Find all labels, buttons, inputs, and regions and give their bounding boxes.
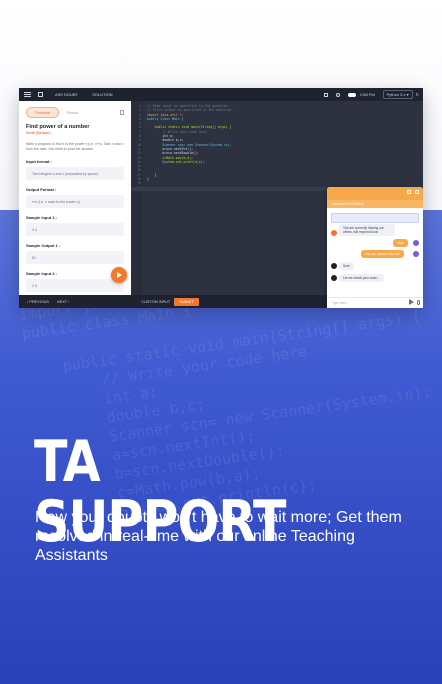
user-avatar [413,251,419,257]
chat-banner [331,213,419,223]
input-format-box: Two integers x and n (separated by space… [26,167,124,180]
home-icon[interactable] [38,92,43,97]
chat-message: TAs are currently helping our others, wi… [339,224,395,236]
mode-label: Chill Pal [359,92,375,97]
minimize-icon[interactable] [407,190,411,194]
chat-subtitle: Connect to Ta Rahul [327,200,423,208]
ta-avatar [331,275,337,281]
solution-button[interactable]: SOLUTION [92,92,112,97]
input-format-label: Input format : [26,159,52,164]
chat-message: okay [393,239,408,247]
tab-problem[interactable]: Problem [26,107,59,118]
code-line: } [147,177,149,182]
problem-panel: Problem Result Find power of a number Sm… [19,101,131,295]
menu-icon[interactable] [24,92,31,97]
next-button[interactable]: NEXT › [57,300,69,304]
code-content: // Read input as specified in the questi… [147,104,417,181]
ta-avatar [331,230,337,236]
theme-toggle[interactable] [347,92,356,97]
chat-message: Sure [339,262,354,270]
play-button[interactable] [111,267,127,283]
bookmark-icon[interactable] [120,110,124,115]
submit-label: SUBMIT [179,299,194,304]
problem-description: Write a program to find x to the power n… [26,142,124,151]
tab-result[interactable]: Result [59,108,86,117]
line-numbers: 1 2 3 4 5 6 7 8 9 10 11 12 13 14 15 16 1… [131,101,143,295]
sample-input-1-box: 3 4 [26,223,124,236]
sample-output-1-box: 81 [26,251,124,264]
chat-message: can you please help me? [361,250,405,258]
sample-input-2-label: Sample Input 2 : [26,271,57,276]
solution-label: SOLUTION [92,92,113,97]
ide-screenshot: ASK DOUBT SOLUTION Chill Pal Python 3.x … [19,88,423,308]
chat-header [327,187,423,200]
next-label: NEXT [56,299,68,304]
settings-icon[interactable] [335,92,340,97]
sample-input-1-label: Sample Input 1 : [26,215,57,220]
body-text: Now your doubts won't have to wait more;… [35,509,402,564]
user-avatar [413,240,419,246]
problem-title: Find power of a number [26,124,90,130]
output-format-label: Output Format : [26,187,57,192]
chat-window: Connect to Ta Rahul TAs are currently he… [327,187,423,308]
language-label: Python 3.x [386,92,406,97]
ta-avatar [331,263,337,269]
close-icon[interactable] [415,190,419,194]
refresh-icon[interactable]: ↻ [416,92,419,97]
ask-doubt-button[interactable]: ASK DOUBT [55,92,78,97]
sample-input-2-box: 2 5 [26,279,124,292]
previous-button[interactable]: ‹ PREVIOUS [27,300,49,304]
send-icon[interactable] [409,299,414,305]
chat-message: Let me check your code... [339,274,384,282]
ide-topbar: ASK DOUBT SOLUTION Chill Pal Python 3.x … [19,88,423,101]
custom-input-label: CUSTOM INPUT [141,299,171,304]
ask-doubt-label: ASK DOUBT [55,92,79,97]
difficulty-label: Small (Medium) [26,131,51,135]
attach-icon[interactable] [417,300,420,305]
previous-label: PREVIOUS [29,299,49,304]
submit-button[interactable]: SUBMIT [174,297,199,306]
custom-input-button[interactable]: CUSTOM INPUT [141,300,170,304]
language-select[interactable]: Python 3.x ▾ [382,90,413,99]
fullscreen-icon[interactable] [323,92,328,97]
output-format-box: x^n (i.e. x raise to the power n) [26,195,124,208]
sample-output-1-label: Sample Output 1 : [26,243,61,248]
